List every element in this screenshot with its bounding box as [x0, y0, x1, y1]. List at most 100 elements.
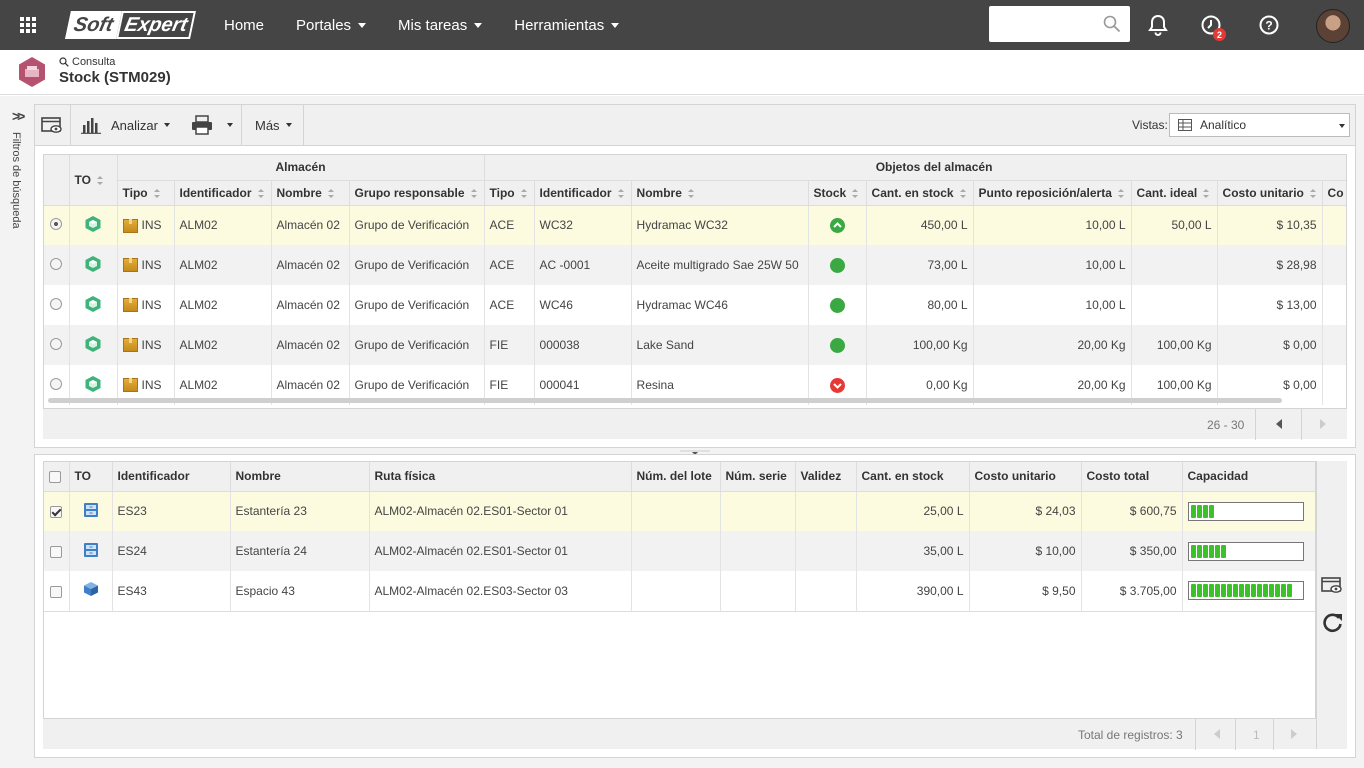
col-header[interactable]: Costo unitario [969, 462, 1082, 492]
col-header[interactable]: Identificador [112, 462, 231, 492]
col-header[interactable]: Tipo [484, 180, 535, 206]
col-header[interactable]: Núm. del lote [631, 462, 721, 492]
col-header[interactable]: Stock [808, 180, 867, 206]
col-header[interactable]: Co [1322, 180, 1346, 206]
row-radio[interactable] [50, 257, 63, 270]
search-icon[interactable] [1103, 15, 1121, 33]
sort-icon [327, 188, 334, 198]
warehouse-object-icon [85, 215, 101, 232]
refresh-icon [1323, 613, 1342, 633]
table-row[interactable]: ES43 Espacio 43 ALM02-Almacén 02.ES03-Sect… [44, 571, 1315, 612]
view-record-button[interactable] [41, 105, 63, 145]
table-row[interactable]: INS ALM02 Almacén 02 Grupo de Verificación A… [44, 245, 1346, 285]
row-radio[interactable] [50, 377, 63, 390]
search-filters-panel[interactable]: >> Filtros de búsqueda [0, 96, 33, 768]
row-checkbox[interactable] [50, 506, 63, 519]
cell-grupo: Grupo de Verificación [354, 258, 470, 272]
nav-portales[interactable]: Portales [296, 17, 367, 34]
more-button[interactable]: Más [255, 105, 292, 145]
col-header[interactable]: Capacidad [1182, 462, 1315, 492]
cell-nombre: Estantería 24 [235, 544, 307, 558]
next-page-button[interactable] [1305, 409, 1341, 440]
col-header[interactable]: Punto reposición/alerta [973, 180, 1132, 206]
chevron-down-icon [163, 123, 170, 127]
print-button[interactable] [191, 105, 233, 145]
analyze-button[interactable]: Analizar [81, 105, 170, 145]
col-header[interactable]: TO [69, 462, 113, 492]
prev-page-button[interactable] [1201, 719, 1233, 750]
capacity-segment [1214, 584, 1220, 598]
col-header[interactable]: Identificador [534, 180, 632, 206]
chevron-down-icon [285, 123, 292, 127]
capacity-segment [1196, 504, 1202, 518]
apps-grid-icon[interactable] [0, 0, 56, 50]
table-row[interactable]: INS ALM02 Almacén 02 Grupo de Verificación A… [44, 205, 1346, 245]
cell-ideal: 50,00 L [1171, 218, 1212, 233]
package-icon [122, 298, 138, 313]
cell-obj-id: WC46 [539, 298, 573, 312]
cell-ruta: ALM02-Almacén 02.ES03-Sector 03 [374, 583, 568, 598]
cell-grupo: Grupo de Verificación [354, 298, 470, 312]
select-all-checkbox[interactable] [49, 471, 61, 484]
table-row[interactable]: INS ALM02 Almacén 02 Grupo de Verificación F… [44, 325, 1346, 365]
cell-obj-tipo: FIE [489, 378, 509, 392]
cell-grupo: Grupo de Verificación [354, 218, 470, 233]
col-header[interactable]: Nombre [631, 180, 809, 206]
col-header[interactable]: Cant. en stock [856, 462, 970, 492]
avatar[interactable] [1316, 9, 1350, 43]
row-checkbox[interactable] [50, 545, 63, 558]
prev-page-button[interactable] [1261, 409, 1297, 440]
capacity-segment [1280, 584, 1286, 598]
bar-chart-icon [81, 118, 101, 134]
view-record-button[interactable] [1321, 576, 1345, 598]
softexpert-logo[interactable]: Soft Expert [65, 11, 205, 39]
sort-icon [257, 188, 264, 198]
table-row[interactable]: ES23 Estantería 23 ALM02-Almacén 02.ES01-S… [44, 491, 1315, 531]
bell-icon[interactable] [1145, 12, 1171, 38]
views-select[interactable]: Analítico [1169, 113, 1350, 137]
col-header[interactable]: Costo total [1081, 462, 1183, 492]
filters-label: Filtros de búsqueda [10, 132, 22, 229]
clock-icon[interactable]: 2 [1198, 12, 1226, 41]
col-header[interactable]: Tipo [117, 180, 175, 206]
col-header[interactable]: Identificador [174, 180, 272, 206]
row-checkbox[interactable] [50, 585, 63, 598]
table-row[interactable]: ES24 Estantería 24 ALM02-Almacén 02.ES01-S… [44, 531, 1315, 571]
refresh-button[interactable] [1322, 611, 1344, 633]
chevron-down-icon [474, 22, 483, 28]
col-header[interactable]: Grupo responsable [349, 180, 485, 206]
next-page-button[interactable] [1277, 719, 1311, 750]
group-warehouse-objects: Objetos del almacén [484, 155, 1346, 181]
capacity-segment [1274, 584, 1280, 598]
double-chevron-right-icon[interactable]: >> [12, 108, 25, 124]
col-to[interactable]: TO [69, 155, 118, 206]
cell-tipo: INS [141, 257, 162, 272]
cell-nombre: Almacén 02 [276, 218, 340, 233]
cell-obj-tipo: ACE [489, 258, 515, 272]
search-input[interactable] [989, 6, 1097, 42]
nav-mis-tareas[interactable]: Mis tareas [398, 17, 483, 34]
nav-home[interactable]: Home [224, 17, 264, 34]
row-radio[interactable] [50, 337, 63, 350]
global-search [989, 6, 1130, 42]
capacity-segment [1202, 584, 1208, 598]
table-row[interactable]: INS ALM02 Almacén 02 Grupo de Verificación A… [44, 285, 1346, 325]
capacity-segment [1208, 504, 1214, 518]
help-icon[interactable]: ? [1256, 12, 1282, 38]
horizontal-scrollbar[interactable] [48, 398, 1282, 403]
row-radio[interactable] [50, 217, 63, 230]
col-header[interactable]: Cant. en stock [866, 180, 974, 206]
col-header[interactable]: Nombre [230, 462, 370, 492]
col-header[interactable]: Validez [795, 462, 857, 492]
cell-ideal: 100,00 Kg [1156, 378, 1212, 392]
nav-herramientas[interactable]: Herramientas [514, 17, 620, 34]
breadcrumb[interactable]: Consulta [59, 56, 115, 68]
col-header[interactable]: Costo unitario [1217, 180, 1323, 206]
col-header[interactable]: Núm. serie [720, 462, 796, 492]
col-header[interactable]: Nombre [271, 180, 350, 206]
row-radio[interactable] [50, 297, 63, 310]
capacity-segment [1190, 504, 1196, 518]
sort-icon [520, 188, 527, 198]
col-header[interactable]: Ruta física [369, 462, 632, 492]
col-header[interactable]: Cant. ideal [1131, 180, 1218, 206]
